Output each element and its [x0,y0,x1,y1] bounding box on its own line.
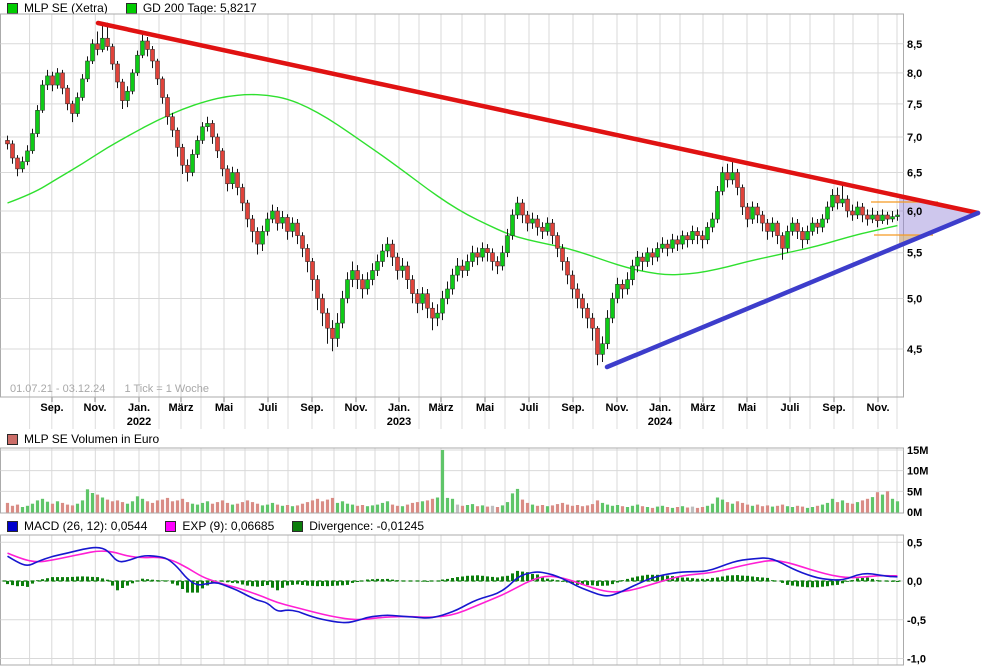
svg-text:Sep.: Sep. [40,402,63,414]
volume-axis-labels: 15M 10M 5M 0M [907,445,928,519]
svg-text:Jan.: Jan. [388,402,410,414]
svg-text:Nov.: Nov. [605,402,628,414]
chart-window: MLP SE (Xetra) GD 200 Tage: 5,8217 01.07… [0,0,983,670]
svg-text:0,0: 0,0 [907,576,922,588]
date-range-text: 01.07.21 - 03.12.24 [10,383,105,395]
svg-text:Sep.: Sep. [822,402,845,414]
svg-text:4,5: 4,5 [907,344,922,356]
svg-text:7,5: 7,5 [907,99,922,111]
svg-text:März: März [690,402,716,414]
svg-text:7,0: 7,0 [907,132,922,144]
svg-text:Sep.: Sep. [300,402,323,414]
svg-text:März: März [428,402,454,414]
svg-text:Mai: Mai [738,402,756,414]
svg-text:5,5: 5,5 [907,248,922,260]
svg-text:Mai: Mai [476,402,494,414]
tick-interval-text: 1 Tick = 1 Woche [124,383,208,395]
svg-text:März: März [168,402,194,414]
macd-axis-labels: 0,5 0,0 -0,5 -1,0 [907,537,926,665]
svg-text:2024: 2024 [648,416,673,428]
svg-text:2023: 2023 [387,416,411,428]
svg-text:0M: 0M [907,507,922,519]
svg-text:Jan.: Jan. [649,402,671,414]
svg-text:Jan.: Jan. [128,402,150,414]
svg-text:Juli: Juli [259,402,278,414]
svg-text:Nov.: Nov. [866,402,889,414]
chart-canvas: 8,5 8,0 7,5 7,0 6,5 6,0 5,5 5,0 4,5 15M 10M 5M 0M 0,5… [0,0,983,670]
macd-pane [1,535,904,665]
svg-text:Sep.: Sep. [561,402,584,414]
svg-text:5M: 5M [907,486,922,498]
svg-text:Nov.: Nov. [344,402,367,414]
svg-text:-1,0: -1,0 [907,654,926,666]
svg-text:6,0: 6,0 [907,206,922,218]
date-range-note: 01.07.21 - 03.12.24 1 Tick = 1 Woche [10,383,225,395]
svg-text:Juli: Juli [781,402,800,414]
svg-text:-0,5: -0,5 [907,615,926,627]
time-axis-strip [30,398,897,430]
svg-text:5,0: 5,0 [907,294,922,306]
svg-text:8,5: 8,5 [907,39,922,51]
time-axis-labels: Sep. Nov. Jan. 2022 März Mai Juli Sep. Nov. Jan. 2… [40,402,889,428]
svg-text:6,5: 6,5 [907,168,922,180]
svg-text:8,0: 8,0 [907,68,922,80]
svg-text:Nov.: Nov. [83,402,106,414]
svg-text:0,5: 0,5 [907,537,922,549]
svg-text:10M: 10M [907,466,928,478]
svg-text:2022: 2022 [127,416,151,428]
svg-text:Mai: Mai [215,402,233,414]
svg-text:Juli: Juli [520,402,539,414]
svg-text:15M: 15M [907,445,928,457]
